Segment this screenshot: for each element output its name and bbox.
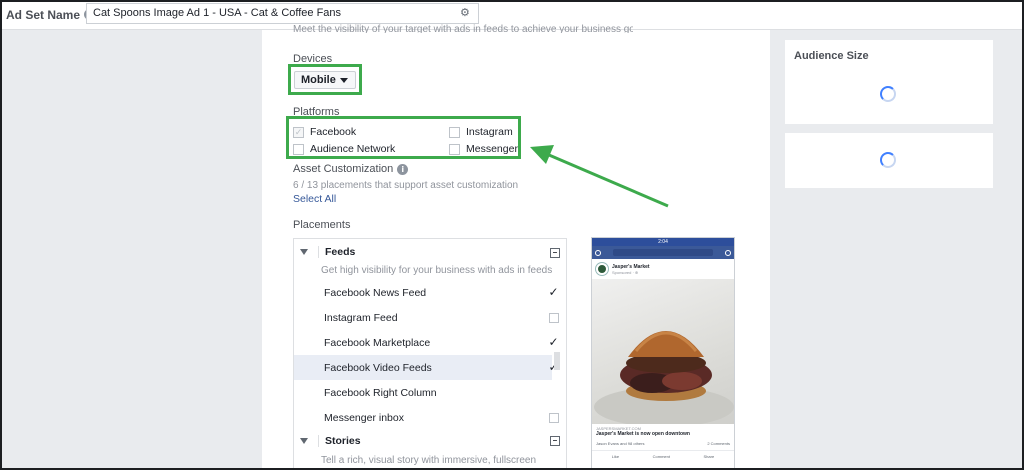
placement-row[interactable]: Facebook Marketplace ✓ [294,330,566,355]
platforms-highlight-box [286,116,521,159]
audience-size-card: Audience Size [785,40,993,124]
ad-set-name-value: Cat Spoons Image Ad 1 - USA - Cat & Coff… [93,7,342,19]
placement-row[interactable]: Facebook News Feed ✓ [294,280,566,305]
placement-row[interactable]: Instagram Feed [294,305,566,330]
post-actions: Like Comment Share [592,451,734,462]
phone-status-bar: 2:04 [592,238,734,246]
share-button: Share [703,454,715,459]
placement-label: Facebook Marketplace [324,336,431,349]
cutoff-description: Meet the visibility of your target with … [293,24,633,33]
avatar [596,263,608,275]
checkbox-box[interactable] [549,412,559,423]
group-stories-label: Stories [325,435,361,447]
minus-checkbox-icon[interactable]: – [550,248,560,258]
group-stories[interactable]: Stories – [294,430,566,452]
placement-label: Facebook Right Column [324,386,437,399]
ad-preview: 2:04 Jasper's Market Sponsored · ⊕ JASPE… [591,237,735,470]
annotation-arrow [530,145,669,208]
placement-row[interactable]: Messenger inbox [294,405,566,430]
page-name: Jasper's Market [612,263,650,270]
placements-list: Feeds – Get high visibility for your bus… [293,238,567,470]
check-icon[interactable]: ✓ [548,286,559,298]
burger-image [594,331,734,424]
checkbox-box[interactable] [549,312,559,323]
collapse-triangle-icon [300,249,308,255]
ad-set-name-label: Ad Set Name [6,7,81,22]
ad-image [592,279,734,424]
asset-heading-text: Asset Customization [293,163,394,175]
placement-label: Facebook News Feed [324,286,427,299]
loading-spinner-icon [880,152,896,168]
ad-set-name-input[interactable]: Cat Spoons Image Ad 1 - USA - Cat & Coff… [86,3,479,24]
placement-label: Messenger inbox [324,411,404,424]
asset-customization-sub: 6 / 13 placements that support asset cus… [293,180,519,191]
divider [318,246,319,258]
select-all-link[interactable]: Select All [293,193,336,205]
facebook-header [592,246,734,259]
group-stories-desc: Tell a rich, visual story with immersive… [321,455,537,466]
group-feeds[interactable]: Feeds – [294,241,566,263]
placement-row[interactable]: Facebook Right Column [294,380,566,405]
camera-icon [595,249,601,256]
reaction-summary: Jason Evans and 98 others 2 Comments [592,437,734,451]
placement-row[interactable]: Facebook Video Feeds ✓ [294,355,559,380]
search-bar [613,249,713,256]
placement-label: Instagram Feed [324,311,398,324]
loading-spinner-icon [880,86,896,102]
placements-heading: Placements [293,219,351,231]
post-header: Jasper's Market Sponsored · ⊕ [592,259,734,279]
cutoff-text: Meet the visibility of your target with … [293,23,633,33]
info-icon[interactable]: i [397,163,409,175]
check-icon[interactable]: ✓ [548,336,559,348]
like-button: Like [611,454,620,459]
comments-count: 2 Comments [707,441,730,446]
comment-button: Comment [652,454,670,459]
audience-size-title: Audience Size [794,50,869,62]
estimate-card [785,133,993,188]
placement-label: Facebook Video Feeds [324,361,432,374]
reaction-text: Jason Evans and 98 others [596,441,645,446]
asset-customization-heading: Asset Customization i [293,163,409,175]
devices-highlight-box [288,64,362,95]
divider [318,435,319,447]
gear-icon[interactable]: ⚙ [460,7,472,19]
phone-time: 2:04 [658,239,668,245]
collapse-triangle-icon [300,438,308,444]
group-feeds-desc: Get high visibility for your business wi… [321,265,553,276]
messenger-icon [725,249,731,256]
scrollbar[interactable] [554,352,560,370]
sponsored-label: Sponsored · ⊕ [612,269,639,275]
minus-checkbox-icon[interactable]: – [550,436,560,446]
group-feeds-label: Feeds [325,246,356,258]
link-caption: JASPERSMARKET.COM [596,426,641,431]
